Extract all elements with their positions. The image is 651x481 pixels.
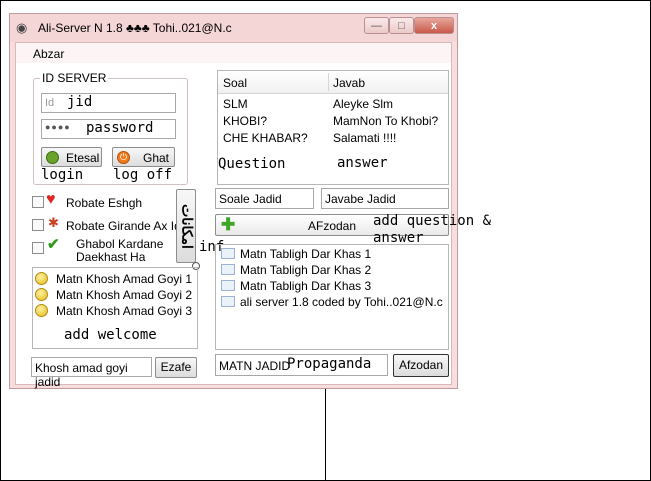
message-icon xyxy=(221,264,235,275)
password-mask: ●●●● xyxy=(45,122,71,132)
add-qa-label: AFzodan xyxy=(308,219,357,233)
question-overlay: Question xyxy=(218,156,286,172)
column-header-soal[interactable]: Soal xyxy=(223,76,247,90)
afzodan-button[interactable]: Afzodan xyxy=(393,354,449,377)
jid-input[interactable]: Id xyxy=(41,93,176,113)
propaganda-item-text: ali server 1.8 coded by Tohi..021@N.c xyxy=(240,295,443,309)
afzodan-label: Afzodan xyxy=(398,358,444,372)
ghabol-checkbox[interactable] xyxy=(32,242,44,254)
answer-overlay: answer xyxy=(337,155,388,171)
annotation-line-top xyxy=(458,0,649,1)
emkanat-button[interactable]: امکانات xyxy=(176,189,196,263)
welcome-item-text: Matn Khosh Amad Goyi 1 xyxy=(56,272,193,286)
menu-abzar[interactable]: Abzar xyxy=(33,47,64,61)
welcome-item-text: Matn Khosh Amad Goyi 2 xyxy=(56,288,193,302)
qa-answer: Salamati !!!! xyxy=(333,131,397,145)
heart-icon: ♥ xyxy=(46,191,56,208)
robate-girande-label: Robate Girande Ax Id xyxy=(66,219,181,233)
jid-placeholder: Id xyxy=(45,97,55,109)
emkanat-label: امکانات xyxy=(179,204,196,249)
client-area: Abzar ID SERVER Id jid ●●●● password Ete… xyxy=(15,42,491,389)
qa-question: CHE KHABAR? xyxy=(223,131,308,145)
welcome-input-value: Khosh amad goyi jadid xyxy=(35,361,128,389)
logoff-button[interactable]: ⏻ Ghat xyxy=(112,147,175,167)
new-answer-value: Javabe Jadid xyxy=(325,192,396,206)
login-button-label: Etesal xyxy=(66,151,100,165)
login-button[interactable]: Etesal xyxy=(41,147,102,167)
new-question-input[interactable]: Soale Jadid xyxy=(215,188,314,209)
message-icon xyxy=(221,280,235,291)
jid-overlay: jid xyxy=(67,94,93,110)
robate-eshgh-checkbox[interactable] xyxy=(32,196,44,208)
maximize-button[interactable]: □ xyxy=(389,17,414,34)
qa-answer: MamNon To Khobi? xyxy=(333,114,439,128)
qa-question: SLM xyxy=(223,97,248,111)
ghabol-label-line1: Ghabol Kardane xyxy=(76,237,164,251)
logoff-overlay: log off xyxy=(113,167,173,183)
person-icon: ✱ xyxy=(48,215,59,230)
minimize-button[interactable]: — xyxy=(364,17,389,34)
qa-question: KHOBI? xyxy=(223,114,268,128)
propaganda-input-value: MATN JADID xyxy=(219,359,291,373)
welcome-item-text: Matn Khosh Amad Goyi 3 xyxy=(56,304,193,318)
propaganda-item-text: Matn Tabligh Dar Khas 2 xyxy=(240,263,372,277)
robate-eshgh-label: Robate Eshgh xyxy=(66,196,143,210)
qa-header: Soal Javab xyxy=(218,71,448,94)
smiley-icon xyxy=(35,304,48,317)
ezafe-button[interactable]: Ezafe xyxy=(155,357,197,378)
new-question-value: Soale Jadid xyxy=(219,192,282,206)
power-icon: ⏻ xyxy=(117,151,130,164)
title-bar[interactable]: ◉ Ali-Server N 1.8 ♣♣♣ Tohi..021@N.c — □… xyxy=(10,14,457,42)
logoff-button-label: Ghat xyxy=(143,151,170,165)
message-icon xyxy=(221,296,235,307)
add-qa-overlay-1: add question & xyxy=(373,213,492,229)
propaganda-item-text: Matn Tabligh Dar Khas 3 xyxy=(240,279,372,293)
add-welcome-overlay: add welcome xyxy=(64,327,157,343)
qa-answer: Aleyke Slm xyxy=(333,97,394,111)
ezafe-label: Ezafe xyxy=(160,360,192,374)
ghabol-label-line2: Daekhast Ha xyxy=(76,250,146,264)
menu-bar: Abzar xyxy=(16,43,451,63)
robate-girande-checkbox[interactable] xyxy=(32,219,44,231)
smiley-icon xyxy=(35,288,48,301)
message-icon xyxy=(221,248,235,259)
annotation-line-vertical xyxy=(325,378,326,481)
password-overlay: password xyxy=(86,120,154,136)
column-header-javab[interactable]: Javab xyxy=(333,76,365,90)
app-window: ◉ Ali-Server N 1.8 ♣♣♣ Tohi..021@N.c — □… xyxy=(9,13,491,389)
propaganda-overlay: Propaganda xyxy=(287,356,372,372)
window-title: Ali-Server N 1.8 ♣♣♣ Tohi..021@N.c xyxy=(38,21,232,35)
propaganda-item-text: Matn Tabligh Dar Khas 1 xyxy=(240,247,372,261)
plus-icon: ✚ xyxy=(221,215,236,234)
welcome-input[interactable]: Khosh amad goyi jadid xyxy=(31,357,152,389)
new-answer-input[interactable]: Javabe Jadid xyxy=(321,188,449,209)
login-overlay: login xyxy=(41,167,84,183)
id-server-label: ID SERVER xyxy=(40,71,109,85)
app-icon: ◉ xyxy=(16,20,28,35)
connect-icon xyxy=(46,151,59,164)
checkmark-icon: ✔ xyxy=(47,236,60,253)
smiley-icon xyxy=(35,272,48,285)
close-button[interactable]: x xyxy=(414,17,454,34)
column-divider xyxy=(328,73,329,91)
